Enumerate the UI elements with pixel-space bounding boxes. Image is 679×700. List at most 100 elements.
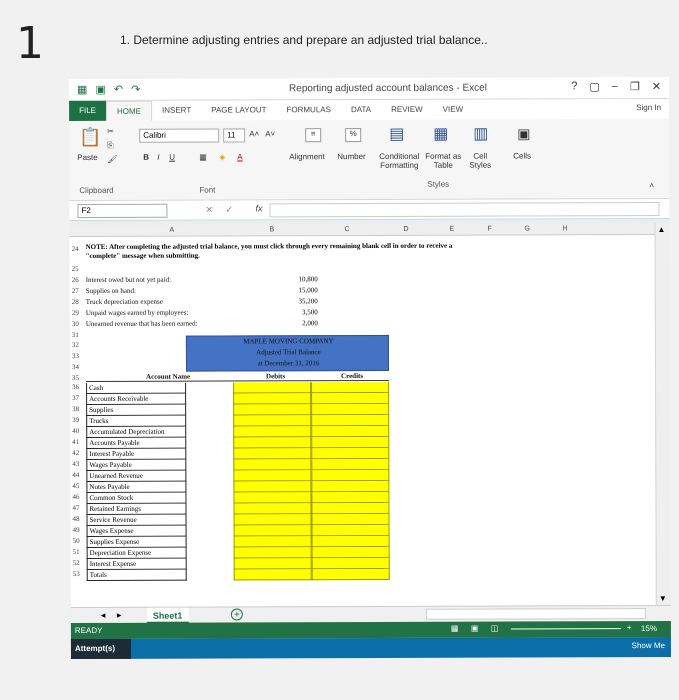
account-name-cell[interactable]: Interest Expense: [86, 558, 187, 570]
copy-icon[interactable]: ⎘: [107, 141, 113, 151]
credit-input-cell[interactable]: [311, 568, 390, 581]
col-g[interactable]: G: [525, 225, 530, 232]
debit-input-cell[interactable]: [233, 382, 312, 394]
italic-icon[interactable]: I: [157, 153, 159, 162]
col-c[interactable]: C: [345, 226, 350, 233]
debit-input-cell[interactable]: [233, 569, 312, 581]
info-value[interactable]: 2,000: [286, 319, 318, 327]
debit-input-cell[interactable]: [233, 393, 312, 405]
credit-input-cell[interactable]: [311, 469, 390, 482]
font-name-select[interactable]: Calibri: [139, 128, 220, 143]
sign-in-link[interactable]: Sign In: [636, 103, 661, 112]
info-label[interactable]: Unpaid wages earned by employees:: [86, 309, 189, 317]
show-me-button[interactable]: Show Me: [632, 641, 665, 650]
credit-input-cell[interactable]: [311, 381, 390, 394]
zoom-in-icon[interactable]: +: [627, 623, 632, 632]
restore-ribbon-icon[interactable]: ▢: [589, 80, 599, 93]
account-name-cell[interactable]: Supplies: [86, 404, 187, 416]
info-value[interactable]: 10,800: [286, 275, 317, 283]
help-icon[interactable]: ?: [571, 80, 577, 93]
tab-data[interactable]: DATA: [341, 100, 381, 120]
tab-file[interactable]: FILE: [69, 100, 107, 122]
info-value[interactable]: 35,200: [286, 297, 318, 305]
horizontal-scrollbar[interactable]: [425, 608, 646, 620]
cell-styles-icon[interactable]: ▥: [473, 124, 488, 144]
credit-input-cell[interactable]: [311, 425, 390, 438]
next-sheet-icon[interactable]: ▸: [117, 610, 122, 621]
col-a[interactable]: A: [170, 227, 175, 234]
undo-icon[interactable]: ↶: [114, 83, 123, 96]
info-value[interactable]: 15,000: [286, 286, 317, 294]
number-button[interactable]: Number: [337, 152, 365, 161]
grow-font-icon[interactable]: A˄: [249, 129, 259, 138]
account-name-cell[interactable]: Totals: [86, 569, 187, 581]
credit-input-cell[interactable]: [311, 447, 390, 460]
info-label[interactable]: Unearned revenue that has been earned:: [86, 320, 198, 328]
maximize-icon[interactable]: ❐: [630, 80, 640, 93]
cell-styles-button[interactable]: Cell Styles: [465, 152, 495, 170]
credit-input-cell[interactable]: [311, 436, 390, 449]
debit-input-cell[interactable]: [233, 437, 312, 449]
credit-input-cell[interactable]: [311, 546, 390, 559]
debit-input-cell[interactable]: [233, 470, 312, 482]
credit-input-cell[interactable]: [311, 491, 390, 504]
collapse-ribbon-icon[interactable]: ˄: [649, 181, 654, 190]
debit-input-cell[interactable]: [233, 514, 312, 526]
account-name-cell[interactable]: Wages Expense: [86, 525, 187, 537]
page-break-view-icon[interactable]: ◫: [491, 624, 499, 633]
zoom-slider[interactable]: [510, 628, 621, 630]
save-icon[interactable]: ▣: [95, 83, 105, 96]
normal-view-icon[interactable]: ▦: [451, 624, 459, 633]
account-name-cell[interactable]: Notes Payable: [86, 481, 187, 493]
prev-sheet-icon[interactable]: ◂: [101, 610, 106, 621]
shrink-font-icon[interactable]: A˅: [265, 129, 275, 138]
underline-icon[interactable]: U: [169, 153, 175, 162]
format-as-table-icon[interactable]: ▦: [433, 124, 448, 144]
debit-input-cell[interactable]: [233, 558, 312, 570]
conditional-formatting-button[interactable]: Conditional Formatting: [375, 152, 423, 170]
minimize-icon[interactable]: –: [612, 80, 618, 93]
debit-input-cell[interactable]: [233, 481, 312, 493]
info-label[interactable]: Supplies on hand:: [86, 287, 136, 295]
account-name-cell[interactable]: Interest Payable: [86, 448, 187, 460]
debit-input-cell[interactable]: [233, 448, 312, 460]
close-icon[interactable]: ✕: [652, 80, 661, 93]
account-name-cell[interactable]: Accumulated Depreciation: [86, 426, 187, 438]
borders-icon[interactable]: ▦: [199, 153, 207, 162]
col-f[interactable]: F: [488, 226, 492, 233]
tab-page-layout[interactable]: PAGE LAYOUT: [201, 100, 276, 120]
tab-review[interactable]: REVIEW: [381, 100, 433, 120]
credit-input-cell[interactable]: [311, 502, 390, 515]
debit-input-cell[interactable]: [233, 492, 312, 504]
font-size-select[interactable]: 11: [223, 128, 246, 143]
credit-input-cell[interactable]: [311, 458, 390, 471]
scroll-down-icon[interactable]: ▼: [659, 594, 667, 603]
debit-input-cell[interactable]: [233, 404, 312, 416]
cut-icon[interactable]: ✂: [107, 127, 114, 136]
debit-input-cell[interactable]: [233, 459, 312, 471]
col-b[interactable]: B: [270, 226, 275, 233]
credit-input-cell[interactable]: [311, 414, 390, 427]
debit-input-cell[interactable]: [233, 503, 312, 515]
vertical-scrollbar[interactable]: ▲ ▼: [654, 222, 671, 606]
alignment-icon[interactable]: ≡: [305, 128, 322, 143]
sheet-tab-sheet1[interactable]: Sheet1: [146, 607, 189, 624]
page-layout-view-icon[interactable]: ▣: [471, 624, 479, 633]
format-painter-icon[interactable]: 🖌: [107, 155, 117, 164]
account-name-cell[interactable]: Unearned Revenue: [86, 470, 187, 482]
debit-input-cell[interactable]: [233, 426, 312, 438]
account-name-cell[interactable]: Retained Earnings: [86, 503, 187, 515]
account-name-cell[interactable]: Depreciation Expense: [86, 547, 187, 559]
worksheet[interactable]: 24 NOTE: After completing the adjusted t…: [69, 235, 656, 608]
account-name-cell[interactable]: Wages Payable: [86, 459, 187, 471]
account-name-cell[interactable]: Accounts Payable: [86, 437, 187, 449]
credit-input-cell[interactable]: [311, 524, 390, 537]
credit-input-cell[interactable]: [311, 557, 390, 570]
number-format-icon[interactable]: %: [345, 128, 362, 143]
debit-input-cell[interactable]: [233, 415, 312, 427]
credit-input-cell[interactable]: [311, 535, 390, 548]
info-label[interactable]: Interest owed but not yet paid:: [86, 276, 171, 284]
formula-input[interactable]: [269, 201, 660, 218]
tab-insert[interactable]: INSERT: [152, 101, 201, 121]
credit-input-cell[interactable]: [311, 480, 390, 493]
